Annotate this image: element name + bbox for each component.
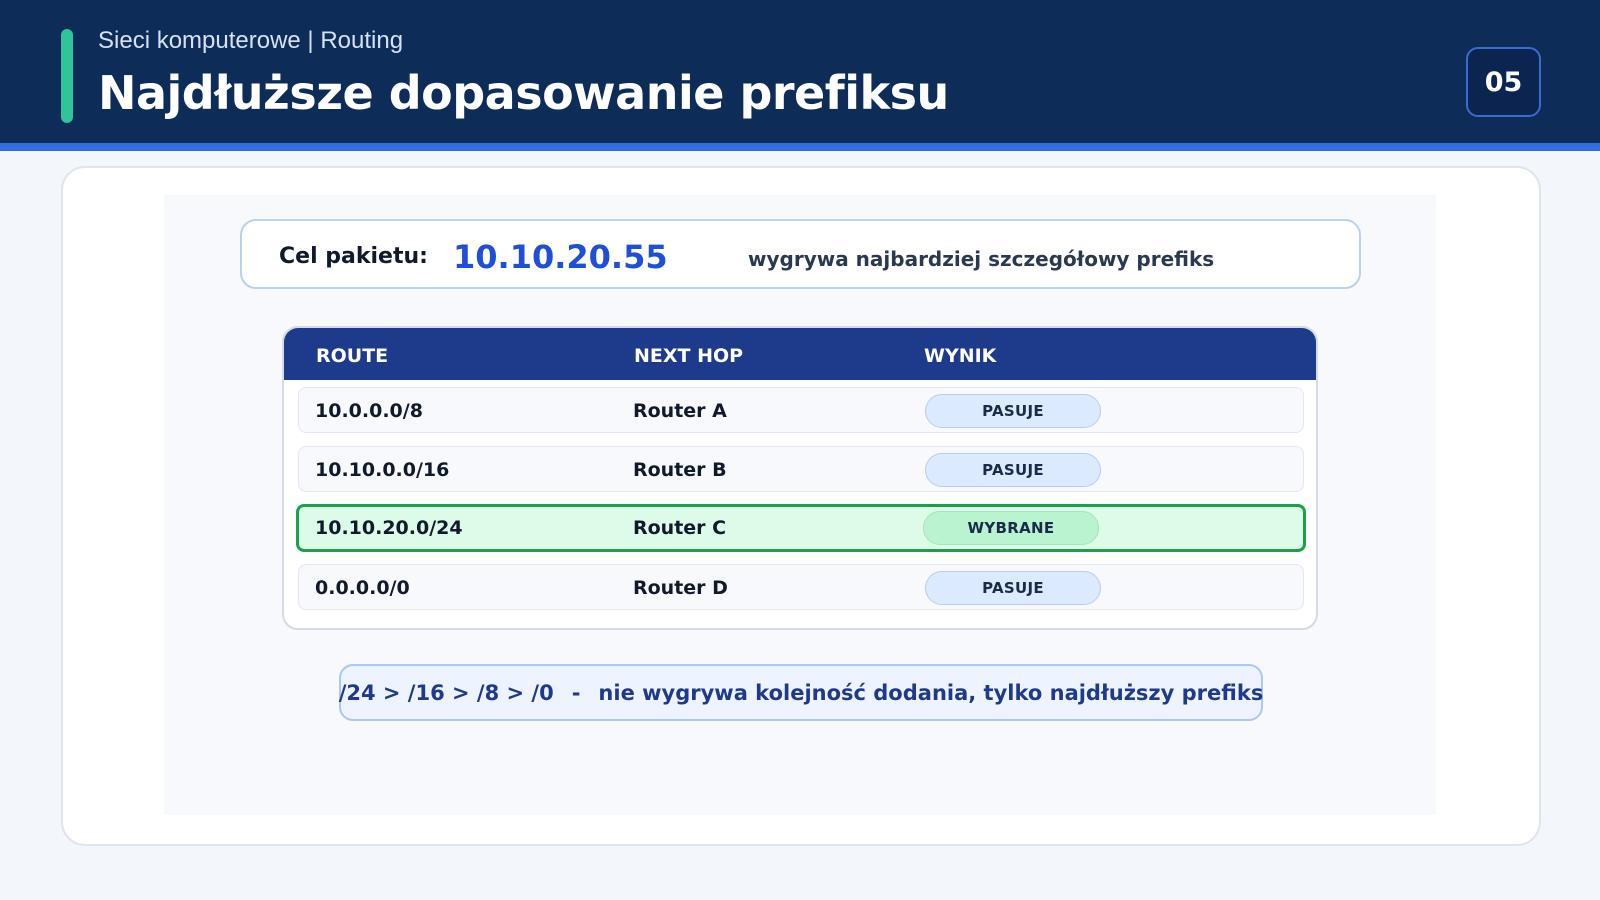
result-badge: PASUJE: [925, 394, 1101, 428]
header-accent-bar: [0, 143, 1600, 151]
slide-title: Najdłuższe dopasowanie prefiksu: [98, 66, 949, 120]
prefix-order: /24 > /16 > /8 > /0: [338, 680, 554, 705]
result-badge: PASUJE: [925, 453, 1101, 487]
routing-table-header: ROUTE NEXT HOP WYNIK: [284, 328, 1316, 380]
next-hop-cell: Router D: [633, 577, 728, 599]
table-row: 10.10.0.0/16 Router B PASUJE: [298, 446, 1304, 492]
table-row: 0.0.0.0/0 Router D PASUJE: [298, 564, 1304, 610]
next-hop-cell: Router A: [633, 400, 727, 422]
next-hop-cell: Router C: [633, 517, 727, 539]
table-row: 10.0.0.0/8 Router A PASUJE: [298, 387, 1304, 433]
route-cell: 10.10.0.0/16: [315, 459, 450, 481]
route-cell: 0.0.0.0/0: [315, 577, 410, 599]
table-row-selected: 10.10.20.0/24 Router C WYBRANE: [296, 504, 1306, 552]
packet-target-ip: 10.10.20.55: [453, 238, 668, 276]
packet-target-note: wygrywa najbardziej szczegółowy prefiks: [748, 247, 1215, 271]
routing-table: ROUTE NEXT HOP WYNIK 10.0.0.0/8 Router A…: [282, 326, 1318, 630]
column-header-route: ROUTE: [316, 345, 389, 367]
prefix-separator: -: [571, 680, 581, 705]
packet-target-label: Cel pakietu:: [279, 244, 428, 269]
page-number-badge: 05: [1466, 47, 1541, 117]
column-header-next-hop: NEXT HOP: [634, 345, 744, 367]
prefix-rule-text: nie wygrywa kolejność dodania, tylko naj…: [598, 680, 1264, 705]
route-cell: 10.0.0.0/8: [315, 400, 423, 422]
route-cell: 10.10.20.0/24: [315, 517, 463, 539]
column-header-result: WYNIK: [924, 345, 997, 367]
next-hop-cell: Router B: [633, 459, 727, 481]
slide-kicker: Sieci komputerowe | Routing: [98, 27, 404, 54]
result-badge-selected: WYBRANE: [923, 511, 1099, 545]
title-accent-stripe: [61, 29, 73, 123]
result-badge: PASUJE: [925, 571, 1101, 605]
prefix-rule-note: /24 > /16 > /8 > /0 - nie wygrywa kolejn…: [339, 664, 1263, 721]
